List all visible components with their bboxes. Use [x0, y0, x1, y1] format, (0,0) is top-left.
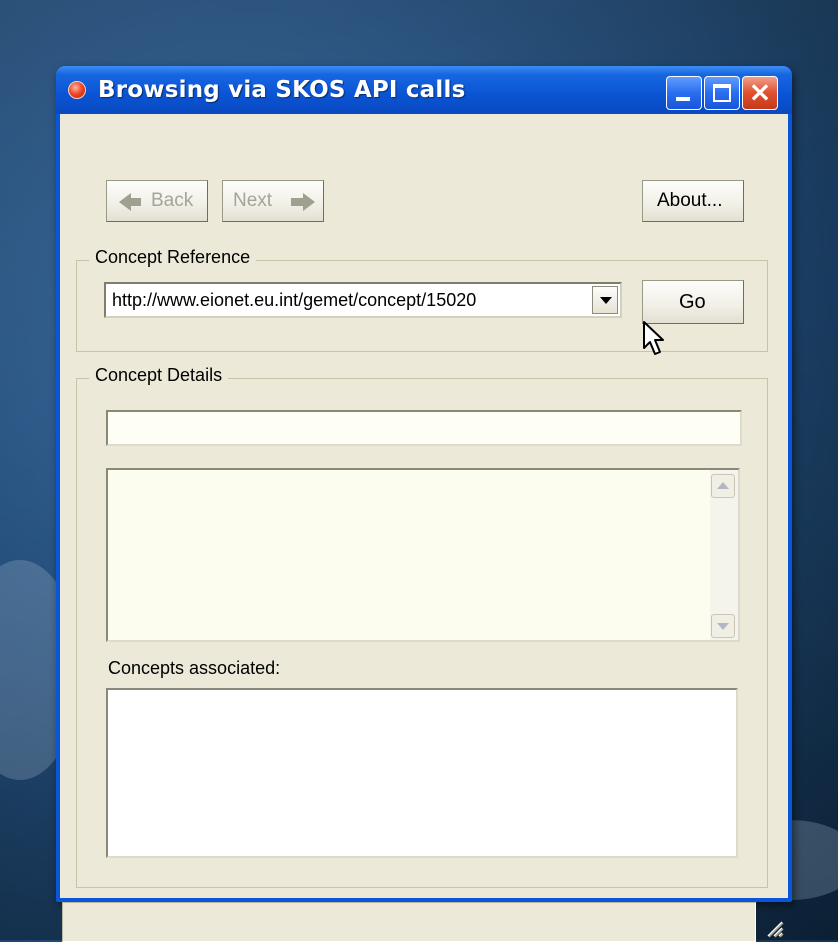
close-button[interactable]: × [742, 75, 778, 110]
minimize-button[interactable] [666, 76, 702, 110]
window-client-area: Back Next About... Concept Reference htt… [60, 114, 788, 942]
concepts-associated-list[interactable] [106, 688, 738, 858]
minimize-icon [676, 97, 690, 101]
window-title: Browsing via SKOS API calls [98, 77, 466, 103]
app-icon [68, 81, 86, 99]
chevron-down-icon [600, 297, 612, 304]
combobox-dropdown-button[interactable] [592, 286, 618, 314]
concept-description-textarea[interactable] [106, 468, 740, 642]
chevron-down-icon [717, 623, 729, 630]
back-button-label: Back [151, 190, 194, 211]
scroll-up-button[interactable] [711, 474, 735, 498]
scroll-down-button[interactable] [711, 614, 735, 638]
back-button[interactable]: Back [106, 180, 208, 222]
next-button-label: Next [233, 190, 273, 211]
next-arrow-icon [303, 193, 315, 211]
concept-reference-legend: Concept Reference [89, 247, 257, 268]
mouse-cursor-icon [643, 321, 664, 355]
title-bar[interactable]: Browsing via SKOS API calls × [56, 66, 792, 114]
maximize-icon [713, 84, 731, 102]
go-button[interactable]: Go [642, 280, 744, 324]
go-button-label: Go [679, 291, 706, 313]
concept-details-legend: Concept Details [89, 365, 229, 386]
description-scrollbar[interactable] [710, 470, 738, 640]
close-icon: × [748, 75, 772, 108]
about-button[interactable]: About... [642, 180, 744, 222]
app-window: Browsing via SKOS API calls × Back Next … [56, 66, 792, 942]
next-button[interactable]: Next [222, 180, 324, 222]
status-bar [62, 902, 756, 942]
back-arrow-icon-tail [129, 198, 141, 206]
concepts-associated-label: Concepts associated: [108, 658, 281, 678]
chevron-up-icon [717, 482, 729, 489]
resize-grip-icon[interactable] [762, 916, 784, 938]
concept-reference-value: http://www.eionet.eu.int/gemet/concept/1… [112, 290, 477, 310]
about-button-label: About... [657, 190, 723, 211]
maximize-button[interactable] [704, 76, 740, 110]
next-arrow-icon-tail [291, 198, 303, 206]
concept-title-field[interactable] [106, 410, 742, 446]
concept-reference-combobox[interactable]: http://www.eionet.eu.int/gemet/concept/1… [104, 282, 622, 318]
